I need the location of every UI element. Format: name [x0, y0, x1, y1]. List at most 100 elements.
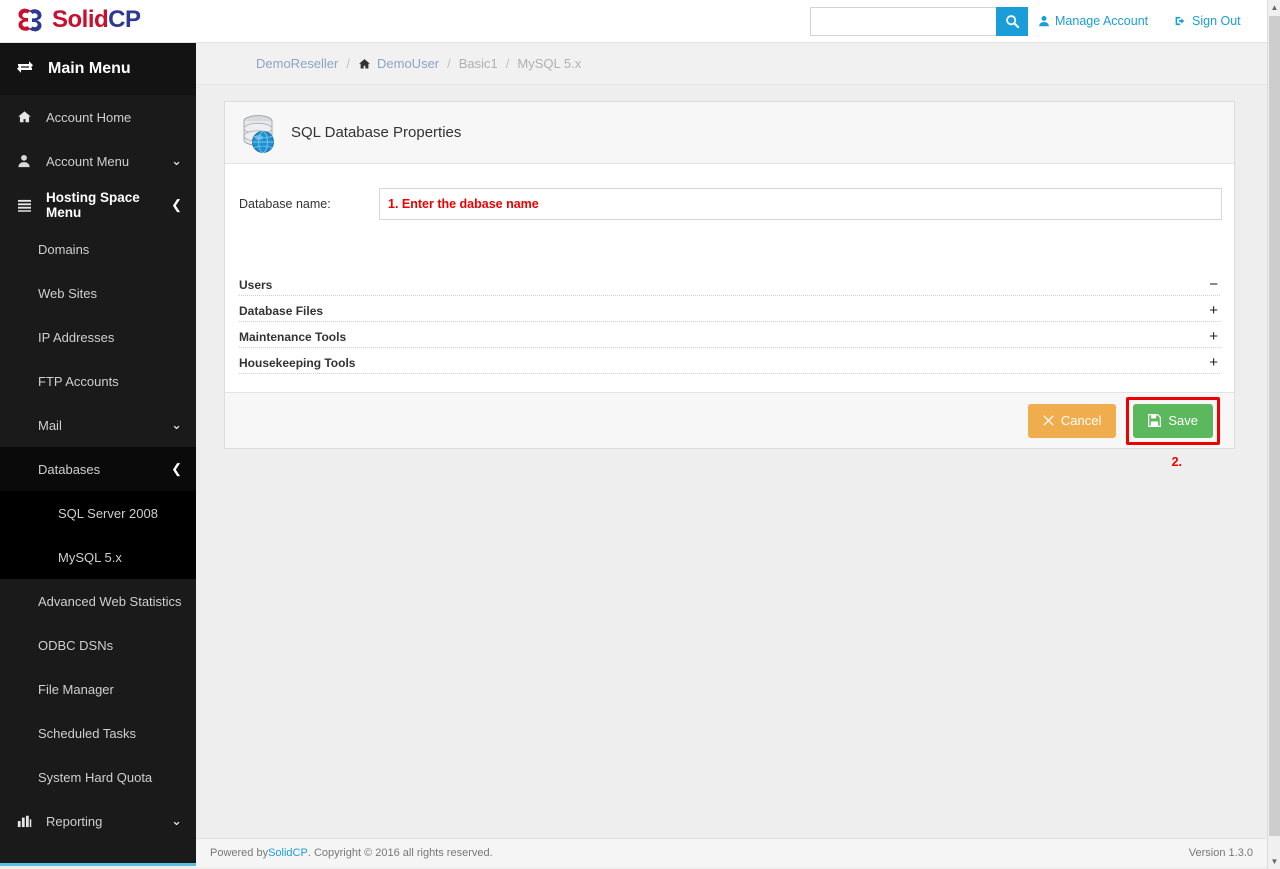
chevron-down-icon: ⌄ [171, 417, 182, 432]
breadcrumb-separator: / [447, 56, 451, 71]
sidebar-item-label: Domains [38, 241, 90, 257]
breadcrumb-separator: / [346, 56, 350, 71]
app-root: SolidCP Manage Account Sign Out Main Men… [0, 0, 1280, 869]
sidebar-item-label: MySQL 5.x [58, 549, 122, 565]
sidebar-item-reporting[interactable]: Reporting ⌄ [0, 799, 196, 843]
sidebar-item-label: Account Home [46, 109, 132, 125]
panel-title: SQL Database Properties [291, 124, 462, 141]
home-icon [359, 58, 370, 68]
sign-out-icon [1175, 16, 1185, 26]
breadcrumb-separator: / [505, 56, 510, 71]
sidebar-item-label: Web Sites [38, 285, 98, 301]
plus-icon: + [1209, 354, 1218, 371]
sidebar-item-advanced-web-statistics[interactable]: Advanced Web Statistics [0, 579, 196, 623]
sidebar-item-odbc-dsns[interactable]: ODBC DSNs [0, 623, 196, 667]
sidebar-item-sql-server-2008[interactable]: SQL Server 2008 [0, 491, 196, 535]
sidebar-item-label: ODBC DSNs [38, 637, 114, 653]
sidebar-group-databases: Databases ❮ SQL Server 2008 MySQL 5.x [0, 447, 196, 579]
sql-database-properties-panel: SQL Database Properties Database name: U… [224, 101, 1235, 469]
scrollbar-down-arrow-icon[interactable]: ▼ [1268, 854, 1280, 869]
panel-header: SQL Database Properties [225, 102, 1234, 164]
sidebar-item-file-manager[interactable]: File Manager [0, 667, 196, 711]
manage-account-link[interactable]: Manage Account [1038, 14, 1148, 28]
sidebar: Main Menu Account Home Account Menu ⌄ Ho… [0, 43, 196, 866]
cancel-label: Cancel [1060, 413, 1102, 428]
breadcrumb-item-demoreseller[interactable]: DemoReseller [256, 56, 338, 71]
sidebar-item-label: Account Menu [46, 153, 130, 169]
sidebar-item-label: Databases [38, 461, 101, 477]
accordion-title: Housekeeping Tools [239, 356, 356, 370]
search-input[interactable] [810, 7, 996, 36]
sidebar-item-mysql-5x[interactable]: MySQL 5.x [0, 535, 196, 579]
annotation-step-2: 2. [1171, 455, 1182, 469]
brand-name-first: Solid [52, 6, 109, 33]
x-icon [1043, 415, 1054, 426]
breadcrumb-label: DemoUser [377, 56, 440, 71]
user-icon [16, 154, 32, 168]
search-icon [1005, 15, 1019, 29]
list-icon [16, 199, 32, 212]
breadcrumb-item-basic1: Basic1 [458, 56, 498, 71]
sidebar-item-account-menu[interactable]: Account Menu ⌄ [0, 139, 196, 183]
sign-out-link[interactable]: Sign Out [1174, 14, 1241, 28]
chevron-left-icon: ❮ [171, 197, 182, 212]
minus-icon: − [1209, 276, 1218, 293]
sidebar-item-domains[interactable]: Domains [0, 227, 196, 271]
footer-solidcp-link[interactable]: SolidCP [268, 847, 308, 859]
sidebar-item-label: SQL Server 2008 [58, 505, 158, 521]
breadcrumb-label: DemoReseller [256, 56, 339, 71]
save-label: Save [1168, 413, 1198, 428]
sidebar-item-label: Reporting [46, 813, 103, 829]
accordion-title: Database Files [239, 304, 324, 318]
breadcrumb: DemoReseller / DemoUser / Basic1 / MySQL… [196, 43, 1267, 85]
brand-logo[interactable]: SolidCP [14, 4, 141, 36]
top-header: SolidCP Manage Account Sign Out [0, 0, 1267, 43]
plus-icon: + [1209, 302, 1218, 319]
sidebar-item-web-sites[interactable]: Web Sites [0, 271, 196, 315]
sidebar-title: Main Menu [48, 60, 131, 77]
search-button[interactable] [996, 7, 1028, 36]
sidebar-item-label: Advanced Web Statistics [38, 593, 182, 609]
breadcrumb-item-mysql-5x: MySQL 5.x [517, 56, 582, 71]
sidebar-bottom-rule [0, 863, 196, 866]
save-button-highlight: Save [1126, 396, 1220, 445]
brand-wordmark: SolidCP [52, 4, 141, 36]
sidebar-item-system-hard-quota[interactable]: System Hard Quota [0, 755, 196, 799]
cancel-button[interactable]: Cancel [1027, 403, 1117, 438]
breadcrumb-item-demouser[interactable]: DemoUser [358, 56, 439, 71]
solidcp-logo-icon [18, 8, 42, 32]
page-footer: Powered by SolidCP . Copyright © 2016 al… [196, 838, 1267, 867]
footer-prefix: Powered by [210, 847, 269, 859]
sign-out-label: Sign Out [1192, 14, 1241, 28]
sidebar-item-hosting-space-menu[interactable]: Hosting Space Menu ❮ [0, 183, 196, 227]
accordion-row-housekeeping-tools[interactable]: Housekeeping Tools + [239, 348, 1220, 374]
page-scrollbar[interactable]: ▲ ▼ [1267, 0, 1280, 869]
sidebar-item-mail[interactable]: Mail ⌄ [0, 403, 196, 447]
search-box [810, 7, 1028, 36]
sidebar-main-menu-header[interactable]: Main Menu [0, 43, 196, 95]
sidebar-item-account-home[interactable]: Account Home [0, 95, 196, 139]
panel-footer: Cancel Save [225, 392, 1234, 448]
home-icon [16, 110, 32, 124]
chevron-left-icon: ❮ [171, 461, 182, 476]
floppy-disk-icon [1148, 414, 1162, 427]
database-name-input[interactable] [379, 188, 1222, 220]
scrollbar-thumb[interactable] [1269, 16, 1280, 836]
accordion-title: Maintenance Tools [239, 330, 347, 344]
database-name-row: Database name: [237, 182, 1222, 226]
sidebar-item-databases[interactable]: Databases ❮ [0, 447, 196, 491]
sidebar-item-ip-addresses[interactable]: IP Addresses [0, 315, 196, 359]
accordion-row-maintenance-tools[interactable]: Maintenance Tools + [239, 322, 1220, 348]
sidebar-item-ftp-accounts[interactable]: FTP Accounts [0, 359, 196, 403]
sidebar-item-scheduled-tasks[interactable]: Scheduled Tasks [0, 711, 196, 755]
sidebar-item-label: IP Addresses [38, 329, 115, 345]
accordion-row-database-files[interactable]: Database Files + [239, 296, 1220, 322]
accordion: Users − Database Files + Maintenance Too… [237, 270, 1222, 374]
sidebar-item-label: Scheduled Tasks [38, 725, 137, 741]
scrollbar-up-arrow-icon[interactable]: ▲ [1268, 0, 1280, 15]
accordion-row-users[interactable]: Users − [239, 270, 1220, 296]
save-button[interactable]: Save [1133, 403, 1213, 438]
accordion-title: Users [239, 278, 273, 292]
database-name-label: Database name: [239, 197, 331, 211]
chart-bar-icon [16, 815, 32, 828]
